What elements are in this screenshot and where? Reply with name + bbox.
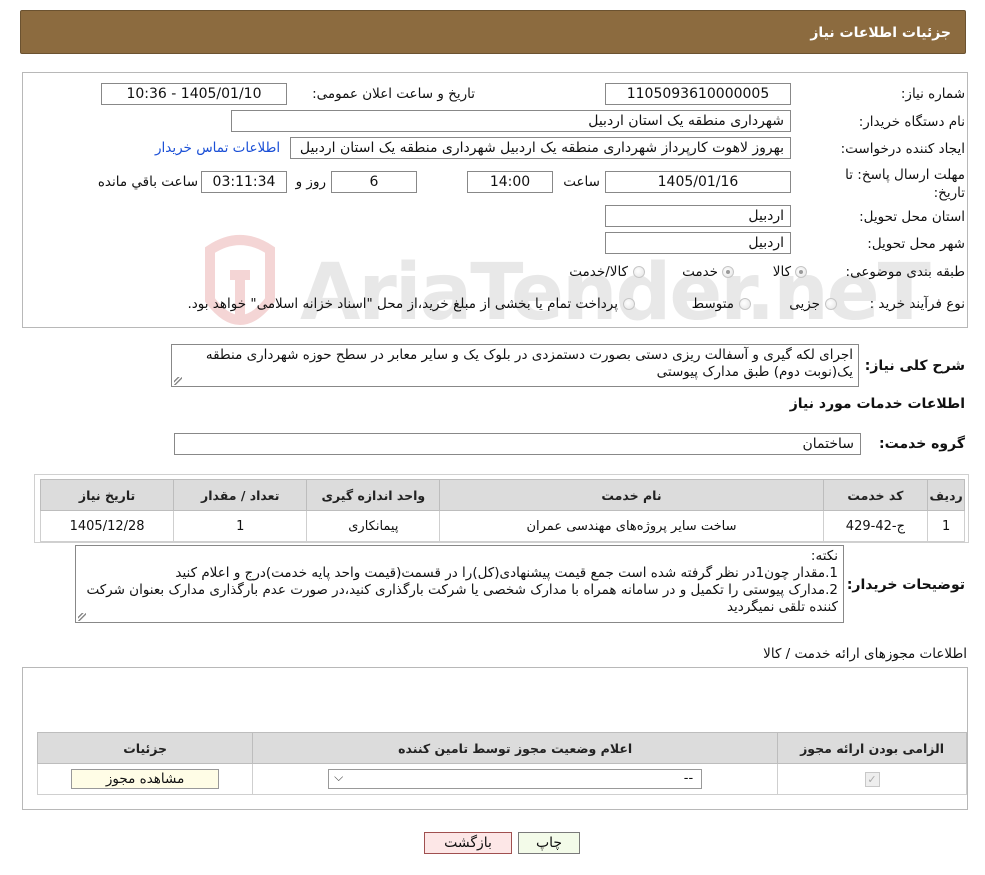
province-field: اردبیل	[605, 205, 791, 227]
creator-field: بهروز لاهوت کارپرداز شهرداری منطقه یک ار…	[290, 137, 791, 159]
col-permit-details: جزئیات	[36, 732, 254, 764]
col-quantity: تعداد / مقدار	[173, 479, 308, 511]
chevron-down-icon: ⌵	[334, 770, 344, 784]
cell-quantity: 1	[173, 510, 308, 542]
col-permit-status: اعلام وضعیت مجوز توسط تامین کننده	[252, 732, 779, 764]
permits-section-title: اطلاعات مجوزهای ارائه خدمت / کالا	[763, 646, 967, 662]
cell-unit: پیمانکاری	[306, 510, 441, 542]
summary-textarea[interactable]: اجرای لکه گیری و آسفالت ریزی دستی بصورت …	[171, 344, 859, 387]
category-radio-goods[interactable]	[795, 266, 807, 278]
buyer-notes-line: 1.مقدار چون1در نظر گرفته شده است جمع قیم…	[175, 565, 838, 581]
category-option-goods-service: کالا/خدمت	[569, 264, 628, 280]
purchase-option-medium: متوسط	[691, 296, 734, 312]
deadline-time-field: 14:00	[467, 171, 553, 193]
print-button[interactable]: چاپ	[518, 832, 580, 854]
page-title: جزئیات اطلاعات نیاز	[810, 25, 951, 41]
category-label: طبقه بندی موضوعی:	[845, 264, 965, 280]
col-need-date: تاریخ نیاز	[39, 479, 175, 511]
creator-label: ایجاد کننده درخواست:	[840, 141, 965, 157]
province-label: استان محل تحویل:	[859, 209, 965, 225]
deadline-label: مهلت ارسال پاسخ: تا تاریخ:	[845, 167, 965, 201]
col-row-number: ردیف	[927, 479, 965, 511]
permit-status-select[interactable]: ⌵ --	[328, 769, 703, 789]
back-button[interactable]: بازگشت	[424, 832, 512, 854]
permits-table-header: الزامی بودن ارائه مجوز اعلام وضعیت مجوز …	[36, 732, 967, 764]
resize-handle-icon[interactable]	[174, 377, 182, 385]
page-header: جزئیات اطلاعات نیاز	[20, 10, 966, 54]
summary-text: اجرای لکه گیری و آسفالت ریزی دستی بصورت …	[205, 347, 853, 380]
contact-buyer-link[interactable]: اطلاعات تماس خریدار	[155, 140, 288, 156]
buyer-notes-line: نکته:	[810, 548, 838, 564]
buyer-org-field: شهرداری منطقه یک استان اردبیل	[231, 110, 791, 132]
services-table: ردیف کد خدمت نام خدمت واحد اندازه گیری ت…	[39, 479, 965, 542]
col-service-code: کد خدمت	[822, 479, 929, 511]
cell-need-date: 1405/12/28	[39, 510, 175, 542]
need-number-label: شماره نیاز:	[900, 86, 965, 102]
buyer-notes-textarea[interactable]: نکته: 1.مقدار چون1در نظر گرفته شده است ج…	[75, 545, 844, 623]
purchase-radio-treasury[interactable]	[623, 298, 635, 310]
city-label: شهر محل تحویل:	[867, 236, 965, 252]
remaining-time-field: 03:11:34	[201, 171, 287, 193]
cell-permit-required: ✓	[777, 763, 967, 795]
category-option-service: خدمت	[682, 264, 718, 280]
permit-required-checkbox[interactable]: ✓	[864, 771, 880, 787]
cell-service-code: ج-42-429	[822, 510, 929, 542]
purchase-radio-minor[interactable]	[825, 298, 837, 310]
deadline-time-label: ساعت	[563, 174, 600, 190]
days-field: 6	[331, 171, 417, 193]
col-service-name: نام خدمت	[439, 479, 824, 511]
purchase-option-minor: جزیی	[789, 296, 820, 312]
resize-handle-icon[interactable]	[78, 613, 86, 621]
permit-status-value: --	[683, 771, 694, 786]
services-table-header: ردیف کد خدمت نام خدمت واحد اندازه گیری ت…	[39, 479, 965, 511]
table-row: 1 ج-42-429 ساخت سایر پروژه‌های مهندسی عم…	[39, 510, 965, 542]
city-field: اردبیل	[605, 232, 791, 254]
buyer-org-label: نام دستگاه خریدار:	[858, 114, 965, 130]
services-section-title: اطلاعات خدمات مورد نیاز	[789, 396, 965, 412]
category-option-goods: کالا	[772, 264, 791, 280]
cell-permit-status: ⌵ --	[252, 763, 779, 795]
buyer-notes-label: توضیحات خریدار:	[846, 577, 965, 593]
table-row: ✓ ⌵ -- مشاهده مجوز	[36, 763, 967, 795]
service-group-field: ساختمان	[174, 433, 861, 455]
cell-row-number: 1	[927, 510, 965, 542]
purchase-note: پرداخت تمام یا بخشی از مبلغ خرید،از محل …	[187, 296, 618, 312]
purchase-type-label: نوع فرآیند خرید :	[869, 296, 965, 312]
permits-table: الزامی بودن ارائه مجوز اعلام وضعیت مجوز …	[36, 732, 967, 795]
category-radio-service[interactable]	[722, 266, 734, 278]
cell-service-name: ساخت سایر پروژه‌های مهندسی عمران	[439, 510, 824, 542]
col-permit-required: الزامی بودن ارائه مجوز	[777, 732, 967, 764]
col-unit: واحد اندازه گیری	[306, 479, 441, 511]
cell-permit-details: مشاهده مجوز	[36, 763, 254, 795]
deadline-date-field: 1405/01/16	[605, 171, 791, 193]
need-number-field: 1105093610000005	[605, 83, 791, 105]
view-permit-button[interactable]: مشاهده مجوز	[71, 769, 220, 789]
days-label: روز و	[295, 174, 326, 190]
summary-label: شرح کلی نیاز:	[864, 358, 965, 374]
buyer-notes-line: 2.مدارک پیوستی را تکمیل و در سامانه همرا…	[86, 582, 838, 615]
remaining-label: ساعت باقي مانده	[97, 174, 198, 190]
service-group-label: گروه خدمت:	[879, 436, 965, 452]
announce-field: 1405/01/10 - 10:36	[101, 83, 287, 105]
purchase-radio-medium[interactable]	[739, 298, 751, 310]
announce-label: تاریخ و ساعت اعلان عمومی:	[312, 86, 475, 102]
category-radio-goods-service[interactable]	[633, 266, 645, 278]
